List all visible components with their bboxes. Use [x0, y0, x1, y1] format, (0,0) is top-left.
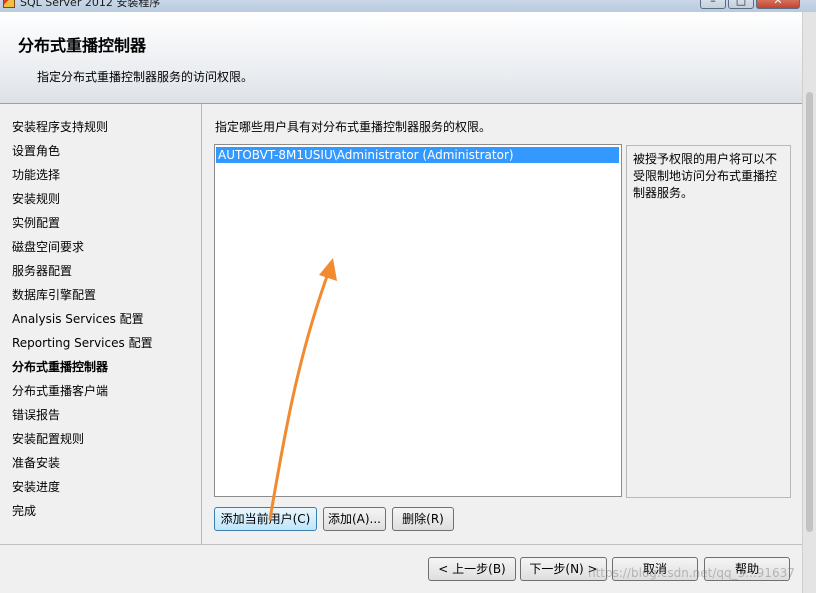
sidebar-item-installation-progress[interactable]: 安装进度 [12, 479, 60, 495]
title-bar: SQL Server 2012 安装程序 – □ ✕ [0, 0, 816, 12]
sidebar-item-error-reporting[interactable]: 错误报告 [12, 407, 60, 423]
sidebar-item-setup-support-rules[interactable]: 安装程序支持规则 [12, 119, 108, 135]
sidebar-item-distributed-replay-controller[interactable]: 分布式重播控制器 [12, 359, 108, 375]
authorized-users-list[interactable]: AUTOBVT-8M1USIU\Administrator (Administr… [214, 144, 622, 497]
back-button[interactable]: < 上一步(B) [428, 557, 516, 581]
sidebar-item-configuration-rules[interactable]: 安装配置规则 [12, 431, 84, 447]
sql-server-setup-icon [3, 0, 15, 8]
sidebar-item-distributed-replay-client[interactable]: 分布式重播客户端 [12, 383, 108, 399]
vertical-scrollbar[interactable] [802, 12, 816, 593]
sidebar-item-server-configuration[interactable]: 服务器配置 [12, 263, 72, 279]
page-title: 分布式重播控制器 [18, 36, 147, 55]
sidebar-item-disk-space[interactable]: 磁盘空间要求 [12, 239, 84, 255]
maximize-button[interactable]: □ [728, 0, 754, 9]
window-title: SQL Server 2012 安装程序 [20, 0, 161, 9]
minimize-button[interactable]: – [700, 0, 726, 9]
sidebar-item-installation-rules[interactable]: 安装规则 [12, 191, 60, 207]
add-current-user-button[interactable]: 添加当前用户(C) [214, 507, 317, 531]
footer-divider [0, 544, 802, 545]
add-user-button[interactable]: 添加(A)... [323, 507, 386, 531]
sidebar-item-ready-to-install[interactable]: 准备安装 [12, 455, 60, 471]
close-button[interactable]: ✕ [756, 0, 800, 9]
page-subtitle: 指定分布式重播控制器服务的访问权限。 [37, 70, 254, 84]
sidebar-item-instance-configuration[interactable]: 实例配置 [12, 215, 60, 231]
sidebar-item-complete[interactable]: 完成 [12, 503, 36, 519]
page-header: 分布式重播控制器 指定分布式重播控制器服务的访问权限。 [0, 12, 802, 104]
sidebar-item-setup-role[interactable]: 设置角色 [12, 143, 60, 159]
next-button[interactable]: 下一步(N) > [520, 557, 607, 581]
sidebar-item-reporting-services[interactable]: Reporting Services 配置 [12, 335, 153, 351]
cancel-button[interactable]: 取消 [612, 557, 698, 581]
sidebar-item-database-engine[interactable]: 数据库引擎配置 [12, 287, 96, 303]
permission-description: 被授予权限的用户将可以不受限制地访问分布式重播控制器服务。 [626, 145, 791, 498]
help-button[interactable]: 帮助 [704, 557, 790, 581]
list-item[interactable]: AUTOBVT-8M1USIU\Administrator (Administr… [216, 147, 619, 163]
steps-sidebar: 安装程序支持规则 设置角色 功能选择 安装规则 实例配置 磁盘空间要求 服务器配… [0, 104, 202, 544]
scrollbar-thumb[interactable] [806, 92, 813, 532]
remove-user-button[interactable]: 删除(R) [392, 507, 454, 531]
sidebar-item-feature-selection[interactable]: 功能选择 [12, 167, 60, 183]
users-instruction: 指定哪些用户具有对分布式重播控制器服务的权限。 [215, 120, 492, 134]
sidebar-item-analysis-services[interactable]: Analysis Services 配置 [12, 311, 144, 327]
